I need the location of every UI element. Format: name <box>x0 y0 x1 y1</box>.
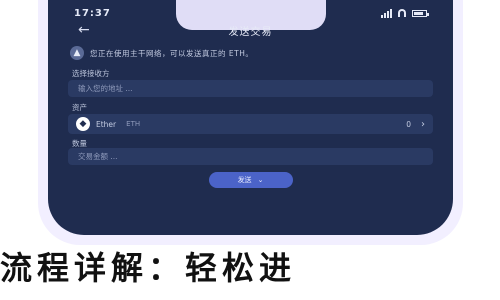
asset-balance: 0 <box>406 119 411 129</box>
back-arrow-icon[interactable]: ← <box>78 22 90 38</box>
asset-symbol: ETH <box>126 120 141 128</box>
network-notice: ▲ 您正在使用主干网络，可以发送真正的 ETH。 <box>70 44 431 62</box>
ethereum-icon: ◆ <box>76 117 90 131</box>
asset-label: 资产 <box>72 103 87 112</box>
asset-selector[interactable]: ◆ Ether ETH 0 › <box>68 114 433 134</box>
phone-frame: 17:37 ← 发送交易 ▲ 您正在使用主干网络，可以发送真正的 ETH。 选择… <box>38 0 463 245</box>
wifi-icon <box>397 9 407 17</box>
recipient-label: 选择接收方 <box>72 69 110 78</box>
warning-icon: ▲ <box>70 46 84 60</box>
page-title: 发送交易 <box>228 26 273 38</box>
chevron-down-icon: ⌄ <box>257 176 264 184</box>
amount-input[interactable]: 交易金额 ... <box>68 148 433 165</box>
amount-placeholder: 交易金额 ... <box>78 152 118 161</box>
recipient-input[interactable]: 输入您的地址 ... <box>68 80 433 97</box>
send-button[interactable]: 发送 ⌄ <box>208 172 293 188</box>
asset-name: Ether <box>96 119 117 129</box>
send-button-label: 发送 <box>237 176 252 184</box>
notice-text: 您正在使用主干网络，可以发送真正的 ETH。 <box>90 48 254 58</box>
status-icons <box>381 8 429 18</box>
app-screen: 17:37 ← 发送交易 ▲ 您正在使用主干网络，可以发送真正的 ETH。 选择… <box>48 0 453 235</box>
recipient-placeholder: 输入您的地址 ... <box>78 84 133 93</box>
status-time: 17:37 <box>74 7 111 19</box>
caption-text: 流程详解：轻松进 <box>0 249 297 287</box>
asset-balance-group: 0 › <box>406 119 425 130</box>
chevron-right-icon: › <box>421 118 425 130</box>
signal-icon <box>381 8 392 18</box>
app-header: ← 发送交易 <box>48 20 453 40</box>
battery-icon <box>412 9 429 17</box>
